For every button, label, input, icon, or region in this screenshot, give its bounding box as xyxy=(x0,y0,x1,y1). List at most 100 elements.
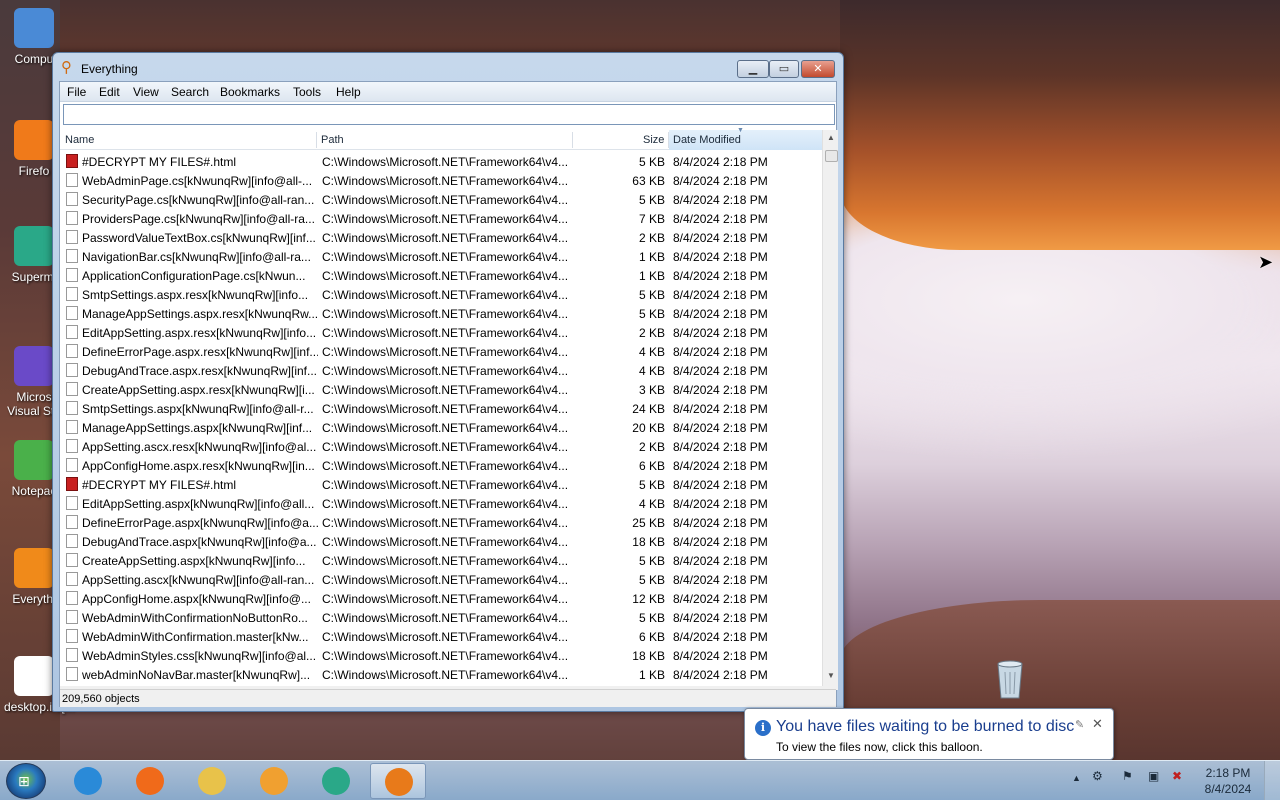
menu-search[interactable]: Search xyxy=(171,85,209,99)
action-center-flag-icon[interactable]: ⚑ xyxy=(1122,769,1133,783)
file-icon xyxy=(66,344,78,358)
network-icon[interactable]: ▣ xyxy=(1148,769,1159,783)
table-row[interactable]: ApplicationConfigurationPage.cs[kNwun...… xyxy=(60,266,822,285)
column-size[interactable]: Size xyxy=(643,134,664,146)
table-row[interactable]: #DECRYPT MY FILES#.html C:\Windows\Micros… xyxy=(60,475,822,494)
table-row[interactable]: WebAdminWithConfirmationNoButtonRo... C:\… xyxy=(60,608,822,627)
recycle-bin-icon[interactable] xyxy=(994,656,1026,700)
show-hidden-icons-icon[interactable]: ▲ xyxy=(1072,773,1081,783)
menu-view[interactable]: View xyxy=(133,85,159,99)
everything-window: ⚲ Everything ▁ ▭ ✕ File Edit View Search… xyxy=(52,52,844,712)
column-separator[interactable] xyxy=(316,132,317,148)
cell-size: 4 KB xyxy=(638,364,665,378)
cell-name: #DECRYPT MY FILES#.html xyxy=(82,155,237,169)
scroll-thumb[interactable] xyxy=(825,150,838,162)
table-row[interactable]: EditAppSetting.aspx.resx[kNwunqRw][info.… xyxy=(60,323,822,342)
cell-size: 6 KB xyxy=(638,459,665,473)
scroll-up-arrow-icon[interactable]: ▲ xyxy=(823,130,839,146)
volume-muted-icon[interactable]: ✖ xyxy=(1172,769,1182,783)
table-row[interactable]: ProvidersPage.cs[kNwunqRw][info@all-ra..… xyxy=(60,209,822,228)
wrench-icon[interactable]: ✎ xyxy=(1075,718,1084,731)
table-row[interactable]: ManageAppSettings.aspx[kNwunqRw][inf... C… xyxy=(60,418,822,437)
column-path[interactable]: Path xyxy=(321,134,344,146)
taskbar-everything[interactable] xyxy=(370,763,426,799)
table-row[interactable]: AppConfigHome.aspx[kNwunqRw][info@... C:\… xyxy=(60,589,822,608)
cell-path: C:\Windows\Microsoft.NET\Framework64\v4.… xyxy=(322,288,569,302)
clock[interactable]: 2:18 PM 8/4/2024 xyxy=(1196,765,1260,797)
cell-name: DebugAndTrace.aspx.resx[kNwunqRw][inf... xyxy=(82,364,317,378)
scroll-down-arrow-icon[interactable]: ▼ xyxy=(823,668,839,684)
table-row[interactable]: webAdminNoNavBar.master[kNwunqRw]... C:\W… xyxy=(60,665,822,684)
title-bar[interactable]: ⚲ Everything ▁ ▭ ✕ xyxy=(53,53,843,81)
cell-date: 8/4/2024 2:18 PM xyxy=(673,364,768,378)
table-row[interactable]: AppConfigHome.aspx.resx[kNwunqRw][in... C… xyxy=(60,456,822,475)
table-row[interactable]: #DECRYPT MY FILES#.html C:\Windows\Micros… xyxy=(60,152,822,171)
minimize-button[interactable]: ▁ xyxy=(737,60,769,78)
cell-path: C:\Windows\Microsoft.NET\Framework64\v4.… xyxy=(322,174,569,188)
file-icon xyxy=(66,325,78,339)
cell-size: 1 KB xyxy=(638,269,665,283)
desktop-app-icon xyxy=(14,226,54,266)
cell-size: 3 KB xyxy=(638,383,665,397)
file-icon xyxy=(66,591,78,605)
cell-name: ProvidersPage.cs[kNwunqRw][info@all-ra..… xyxy=(82,212,315,226)
table-row[interactable]: DebugAndTrace.aspx.resx[kNwunqRw][inf...… xyxy=(60,361,822,380)
table-row[interactable]: NavigationBar.cs[kNwunqRw][info@all-ra..… xyxy=(60,247,822,266)
table-row[interactable]: WebAdminPage.cs[kNwunqRw][info@all-... C:… xyxy=(60,171,822,190)
file-icon xyxy=(66,553,78,567)
taskbar-media-player[interactable] xyxy=(246,763,302,799)
cell-date: 8/4/2024 2:18 PM xyxy=(673,573,768,587)
internet-explorer-icon xyxy=(74,767,102,795)
cell-size: 6 KB xyxy=(638,630,665,644)
column-date-sorted[interactable]: Date Modified ▼ xyxy=(669,127,822,150)
table-row[interactable]: DefineErrorPage.aspx[kNwunqRw][info@a...… xyxy=(60,513,822,532)
cell-path: C:\Windows\Microsoft.NET\Framework64\v4.… xyxy=(322,155,569,169)
close-button[interactable]: ✕ xyxy=(801,60,835,78)
table-row[interactable]: AppSetting.ascx.resx[kNwunqRw][info@al..… xyxy=(60,437,822,456)
cell-path: C:\Windows\Microsoft.NET\Framework64\v4.… xyxy=(322,326,569,340)
cell-size: 7 KB xyxy=(638,212,665,226)
table-row[interactable]: DefineErrorPage.aspx.resx[kNwunqRw][inf.… xyxy=(60,342,822,361)
taskbar-internet-explorer[interactable] xyxy=(60,763,116,799)
table-row[interactable]: ManageAppSettings.aspx.resx[kNwunqRw... C… xyxy=(60,304,822,323)
menu-edit[interactable]: Edit xyxy=(99,85,120,99)
start-button[interactable]: ⊞ xyxy=(6,763,46,799)
table-row[interactable]: CreateAppSetting.aspx[kNwunqRw][info... C… xyxy=(60,551,822,570)
close-icon[interactable]: ✕ xyxy=(1092,716,1103,732)
cell-path: C:\Windows\Microsoft.NET\Framework64\v4.… xyxy=(322,345,569,359)
taskbar-firefox[interactable] xyxy=(122,763,178,799)
burn-disc-tray-icon[interactable]: ⚙ xyxy=(1092,769,1103,783)
cell-path: C:\Windows\Microsoft.NET\Framework64\v4.… xyxy=(322,193,569,207)
table-row[interactable]: SmtpSettings.aspx[kNwunqRw][info@all-r..… xyxy=(60,399,822,418)
clock-date: 8/4/2024 xyxy=(1204,782,1252,796)
table-row[interactable]: WebAdminStyles.css[kNwunqRw][info@al... C… xyxy=(60,646,822,665)
file-icon xyxy=(66,287,78,301)
menu-tools[interactable]: Tools xyxy=(293,85,321,99)
everything-icon xyxy=(385,768,413,796)
menu-help[interactable]: Help xyxy=(336,85,361,99)
table-row[interactable]: WebAdminWithConfirmation.master[kNw... C:… xyxy=(60,627,822,646)
maximize-button[interactable]: ▭ xyxy=(769,60,799,78)
column-separator[interactable] xyxy=(572,132,573,148)
taskbar-file-explorer[interactable] xyxy=(184,763,240,799)
table-row[interactable]: CreateAppSetting.aspx.resx[kNwunqRw][i..… xyxy=(60,380,822,399)
search-input[interactable] xyxy=(63,104,835,125)
notification-balloon[interactable]: i You have files waiting to be burned to… xyxy=(744,708,1114,760)
desktop-app-icon xyxy=(14,8,54,48)
cell-path: C:\Windows\Microsoft.NET\Framework64\v4.… xyxy=(322,535,569,549)
cell-date: 8/4/2024 2:18 PM xyxy=(673,174,768,188)
show-desktop-button[interactable] xyxy=(1264,761,1280,800)
cell-date: 8/4/2024 2:18 PM xyxy=(673,440,768,454)
column-name[interactable]: Name xyxy=(65,134,94,146)
taskbar-superminer[interactable] xyxy=(308,763,364,799)
table-row[interactable]: PasswordValueTextBox.cs[kNwunqRw][inf...… xyxy=(60,228,822,247)
table-row[interactable]: SecurityPage.cs[kNwunqRw][info@all-ran..… xyxy=(60,190,822,209)
menu-bookmarks[interactable]: Bookmarks xyxy=(220,85,280,99)
table-row[interactable]: DebugAndTrace.aspx[kNwunqRw][info@a... C:… xyxy=(60,532,822,551)
menu-file[interactable]: File xyxy=(67,85,86,99)
table-row[interactable]: EditAppSetting.aspx[kNwunqRw][info@all..… xyxy=(60,494,822,513)
table-row[interactable]: SmtpSettings.aspx.resx[kNwunqRw][info...… xyxy=(60,285,822,304)
vertical-scrollbar[interactable]: ▲ ▼ xyxy=(822,130,838,686)
cell-date: 8/4/2024 2:18 PM xyxy=(673,497,768,511)
table-row[interactable]: AppSetting.ascx[kNwunqRw][info@all-ran..… xyxy=(60,570,822,589)
